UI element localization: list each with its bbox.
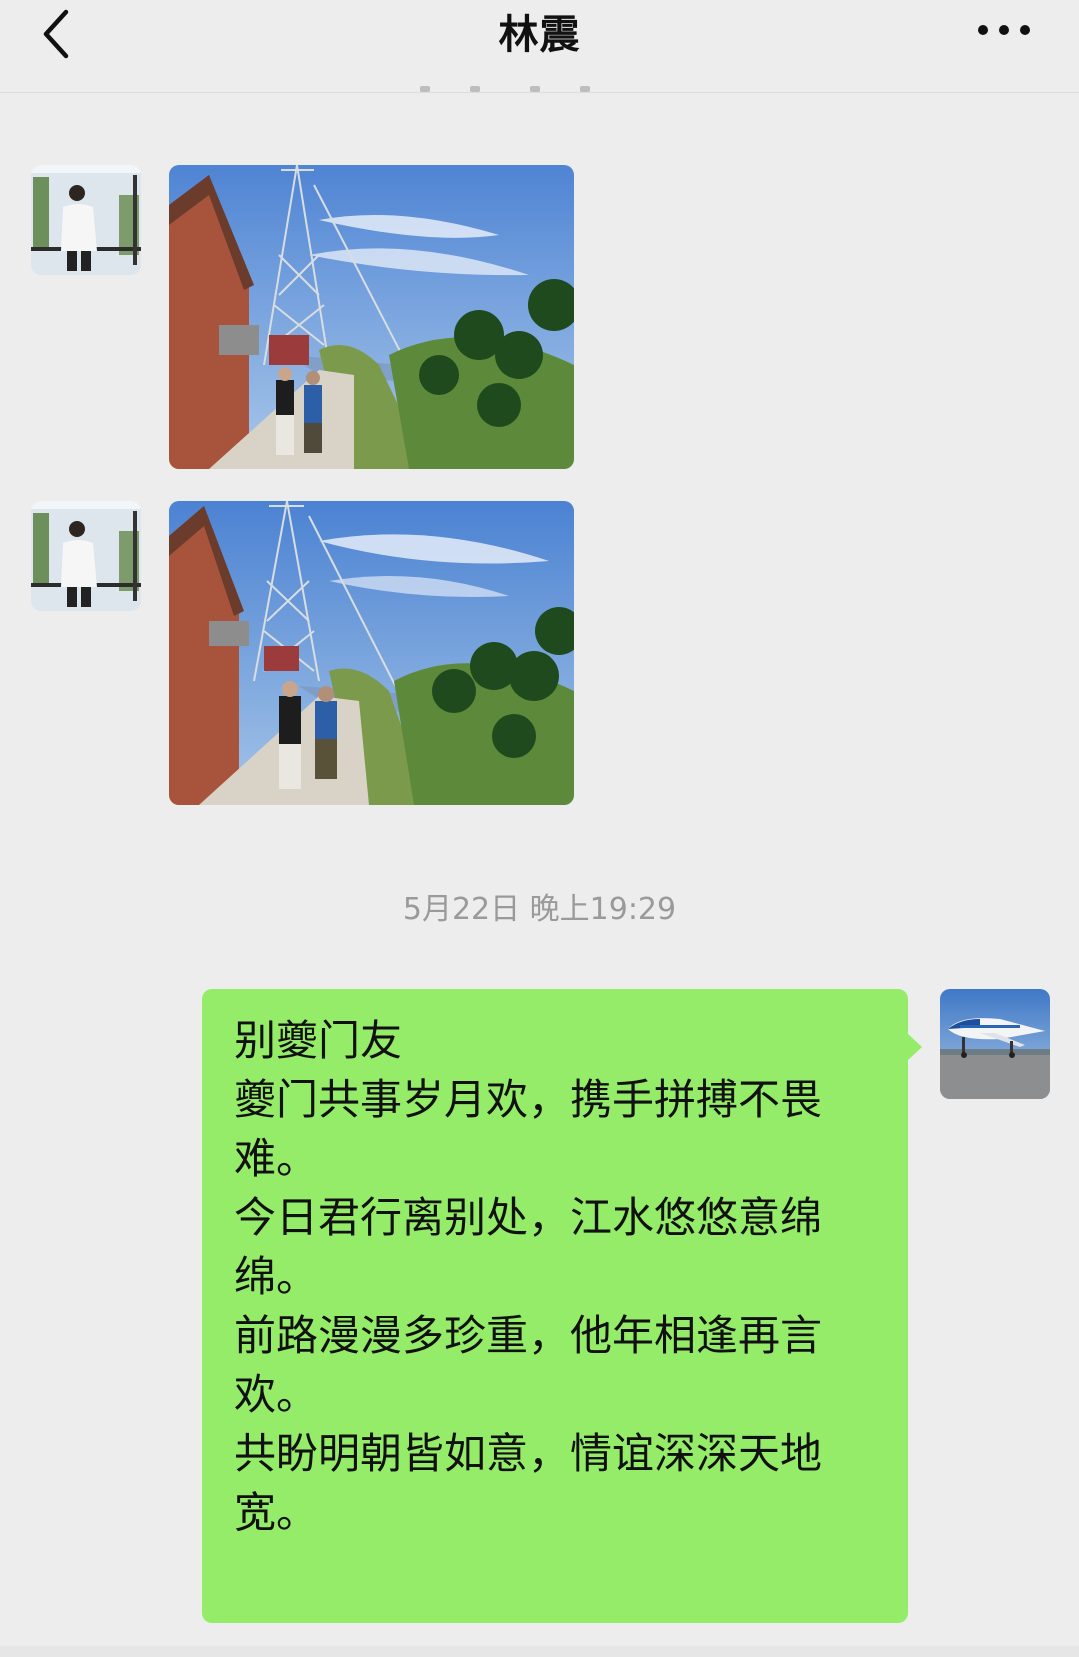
outgoing-message-bubble[interactable]: 别夔门友 夔门共事岁月欢，携手拼搏不畏 难。 今日君行离别处，江水悠悠意绵 绵。… bbox=[202, 989, 922, 1623]
chat-image[interactable] bbox=[169, 501, 574, 805]
more-options-button[interactable] bbox=[973, 14, 1035, 46]
message-line: 绵。 bbox=[234, 1252, 319, 1301]
airplane-avatar[interactable] bbox=[940, 989, 1050, 1099]
chat-header: 林震 bbox=[0, 0, 1079, 93]
message-line: 前路漫漫多珍重，他年相逢再言 bbox=[234, 1311, 823, 1360]
chat-image[interactable] bbox=[169, 165, 574, 469]
message-line: 欢。 bbox=[234, 1370, 319, 1419]
message-line: 别夔门友 bbox=[234, 1016, 403, 1065]
more-dots-icon bbox=[978, 25, 1030, 35]
message-line: 今日君行离别处，江水悠悠意绵 bbox=[234, 1193, 823, 1242]
contact-avatar[interactable] bbox=[31, 501, 141, 611]
contact-avatar[interactable] bbox=[31, 165, 141, 275]
scrolled-message-fragment bbox=[400, 80, 700, 94]
message-line: 难。 bbox=[234, 1134, 319, 1183]
next-message-edge bbox=[0, 1646, 1079, 1657]
message-line: 共盼明朝皆如意，情谊深深天地 bbox=[234, 1429, 823, 1478]
chat-title: 林震 bbox=[498, 12, 581, 58]
message-line: 宽。 bbox=[234, 1488, 319, 1537]
message-line: 夔门共事岁月欢，携手拼搏不畏 bbox=[234, 1075, 823, 1124]
message-timestamp: 5月22日 晚上19:29 bbox=[402, 892, 677, 927]
